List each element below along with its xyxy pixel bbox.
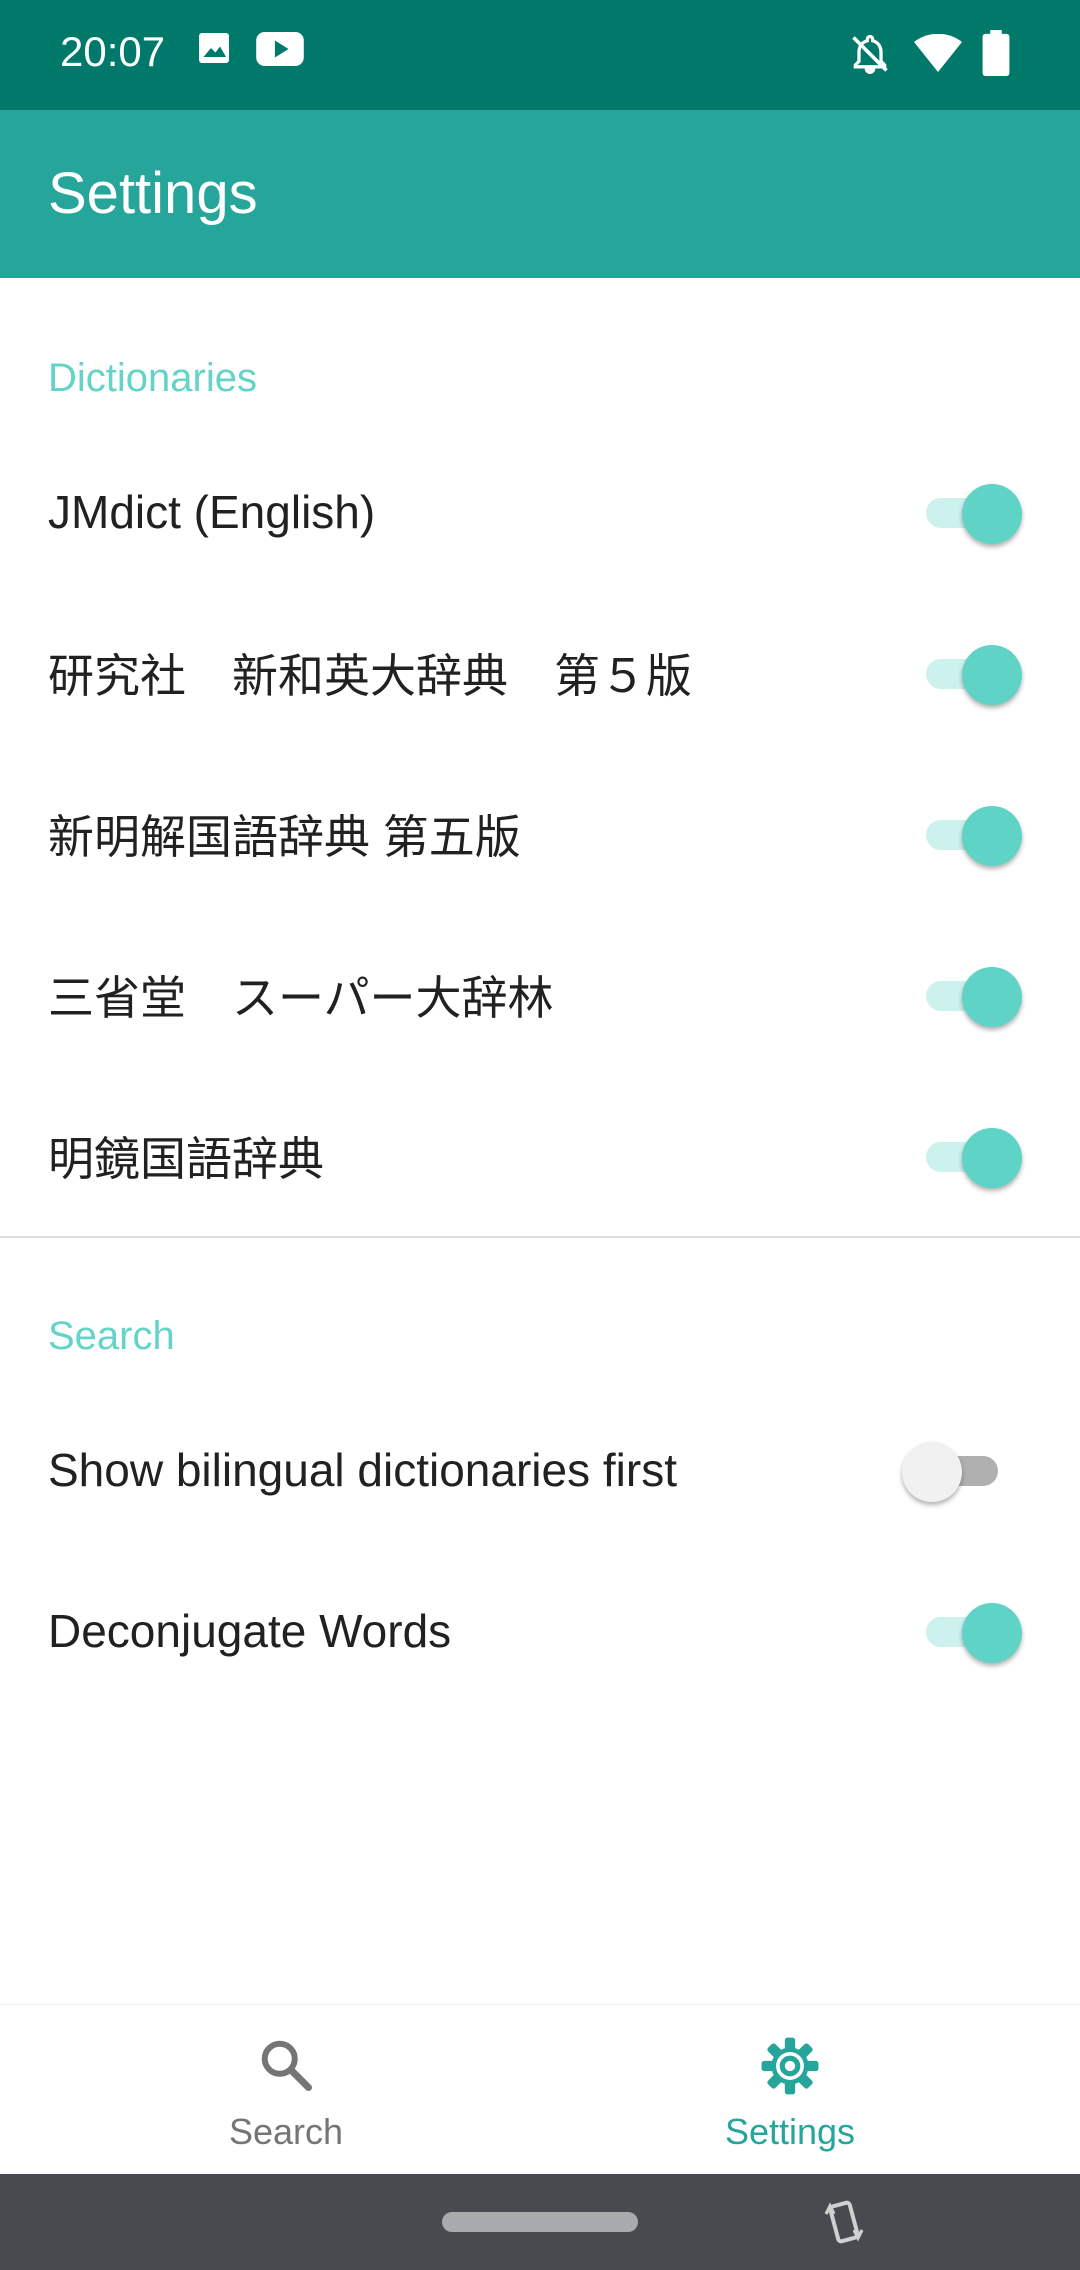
search-icon (256, 2035, 316, 2100)
setting-row-shinmeikai[interactable]: 新明解国語辞典 第五版 (0, 754, 1080, 914)
youtube-icon (256, 32, 304, 71)
nav-label: Settings (724, 2111, 856, 2152)
setting-row-jmdict[interactable]: JMdict (English) (0, 432, 1080, 592)
switch-thumb (962, 1603, 1022, 1663)
setting-label: Show bilingual dictionaries first (48, 1444, 677, 1496)
setting-label: 研究社 新和英大辞典 第５版 (48, 650, 692, 702)
bottom-navigation: Search Settings (0, 2004, 1080, 2174)
app-bar: Settings (0, 110, 1080, 278)
setting-row-deconjugate[interactable]: Deconjugate Words (0, 1551, 1080, 1711)
setting-label: Deconjugate Words (48, 1605, 452, 1657)
status-time: 20:07 (60, 28, 166, 75)
toggle-switch[interactable] (914, 472, 1024, 552)
switch-thumb (962, 806, 1022, 866)
page-title: Settings (48, 161, 258, 226)
toggle-switch[interactable] (900, 1430, 1010, 1510)
status-bar: 20:07 (0, 0, 1080, 110)
section-header-search: Search (48, 1314, 175, 1358)
battery-icon (982, 30, 1010, 81)
switch-thumb (902, 1442, 962, 1502)
nav-item-search[interactable]: Search (16, 2005, 556, 2175)
switch-thumb (962, 484, 1022, 544)
setting-row-bilingual-first[interactable]: Show bilingual dictionaries first (0, 1390, 1080, 1550)
toggle-switch[interactable] (914, 1591, 1024, 1671)
setting-row-kenkyusha[interactable]: 研究社 新和英大辞典 第５版 (0, 593, 1080, 753)
nav-label: Search (228, 2111, 344, 2152)
section-header-dictionaries: Dictionaries (48, 356, 257, 400)
nav-item-settings[interactable]: Settings (520, 2005, 1060, 2175)
system-navigation-bar (0, 2174, 1080, 2270)
bell-off-icon (848, 32, 892, 81)
image-icon (196, 30, 232, 71)
toggle-switch[interactable] (914, 955, 1024, 1035)
section-divider (0, 1236, 1080, 1238)
toggle-switch[interactable] (914, 1116, 1024, 1196)
setting-label: 新明解国語辞典 第五版 (48, 811, 521, 863)
rotate-icon[interactable] (820, 2198, 868, 2251)
switch-thumb (962, 645, 1022, 705)
home-gesture-handle[interactable] (442, 2212, 638, 2232)
setting-label: 明鏡国語辞典 (48, 1133, 324, 1185)
wifi-icon (914, 33, 962, 79)
setting-label: 三省堂 スーパー大辞林 (48, 972, 554, 1024)
gear-icon (759, 2035, 821, 2102)
setting-label: JMdict (English) (48, 486, 376, 538)
setting-row-daijirin[interactable]: 三省堂 スーパー大辞林 (0, 915, 1080, 1075)
toggle-switch[interactable] (914, 633, 1024, 713)
setting-row-meikyo[interactable]: 明鏡国語辞典 (0, 1076, 1080, 1236)
toggle-switch[interactable] (914, 794, 1024, 874)
switch-thumb (962, 1128, 1022, 1188)
switch-thumb (962, 967, 1022, 1027)
